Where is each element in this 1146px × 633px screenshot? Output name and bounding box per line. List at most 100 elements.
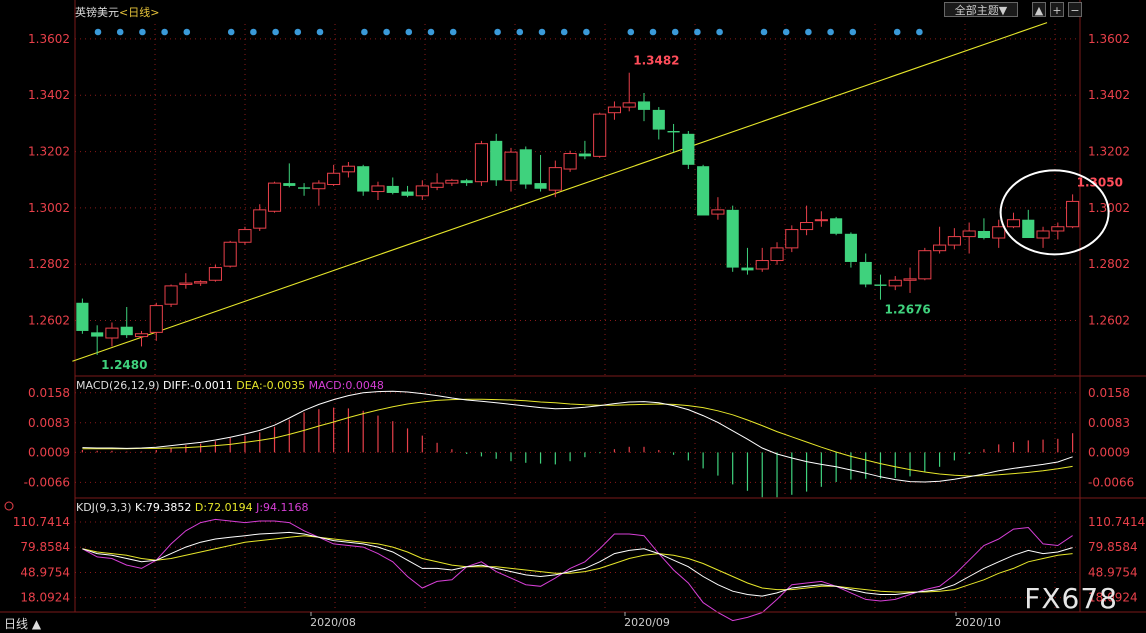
candle-body-up [474,143,488,183]
candle-body-down [874,284,887,286]
price-tick-left: 1.3602 [28,32,70,46]
candle-body-down [120,326,133,336]
event-marker-dot [139,28,146,36]
theme-dropdown[interactable]: 全部主题▼ [944,2,1018,17]
candle-body-up [711,209,725,215]
kdj-tick-left: 18.0924 [20,591,70,605]
price-tick-right: 1.3602 [1088,32,1130,46]
zoom-out-button[interactable]: − [1068,2,1082,17]
kdj-tick-left: 48.9754 [20,565,70,579]
event-marker-dot [516,28,524,36]
event-marker-dot [560,28,568,36]
candle-body-up [312,182,326,190]
candle-body-up [371,185,385,193]
candle-body-up [962,230,976,238]
zoom-in-button[interactable]: + [1050,2,1064,17]
event-marker-dot [405,28,413,36]
candle-body-up [593,113,607,157]
candle-body-up [918,250,932,280]
price-extreme-label: 1.2480 [101,358,147,372]
event-marker-dot [227,28,235,36]
candle-body-up [888,279,902,287]
macd-tick-right: -0.0066 [1088,475,1134,489]
event-marker-dot [538,28,546,36]
event-marker-dot [827,28,834,36]
kdj-tick-right: 79.8584 [1088,540,1138,554]
event-marker-dot [893,28,901,36]
macd-tick-left: 0.0009 [28,445,70,459]
dea-line [82,398,1073,477]
event-marker-dot [161,28,168,36]
candle-body-up [933,244,947,252]
candle-body-up [208,267,222,281]
candle-body-down [682,133,695,165]
price-tick-right: 1.2802 [1088,257,1130,271]
event-marker-dot [250,28,257,36]
candle-body-down [401,191,414,196]
price-extreme-label: 1.3482 [633,54,679,68]
kdj-header: KDJ(9,3,3) K:79.3852 D:72.0194 J:94.1168 [76,501,309,514]
macd-tick-left: -0.0066 [24,475,70,489]
candle-body-down [76,302,89,331]
price-tick-right: 1.3402 [1088,88,1130,102]
candle-body-up [267,182,282,212]
candle-body-up [800,222,814,231]
candle-body-down [578,153,591,157]
candle-body-up [785,229,799,249]
event-marker-dot [649,28,657,36]
kdj-tick-right: 110.7414 [1088,515,1145,529]
candle-body-up [1036,230,1050,239]
macd-tick-left: 0.0158 [28,386,70,400]
candle-body-down [490,140,503,181]
candle-body-up [1051,226,1065,232]
candle-body-up [194,281,208,284]
event-marker-dot [383,28,390,36]
candle-body-down [697,166,710,216]
candle-body-up [607,106,622,114]
event-marker-dot [627,28,635,36]
macd-header: MACD(26,12,9) DIFF:-0.0011 DEA:-0.0035 M… [76,379,384,392]
macd-tick-right: 0.0158 [1088,386,1130,400]
candle-body-down [977,230,990,239]
scroll-up-button[interactable]: ▲ [1032,2,1046,17]
event-marker-dot [494,28,501,36]
price-tick-left: 1.2602 [28,314,70,328]
x-tick-label: 2020/10 [955,616,1001,629]
kdj-tick-right: 48.9754 [1088,565,1138,579]
candle-body-up [253,209,267,229]
candle-body-up [445,179,459,184]
candle-body-down [741,267,754,271]
candle-body-up [238,229,252,243]
candle-body-down [357,166,370,192]
d-line [82,535,1073,593]
event-marker-dot [272,28,279,36]
price-tick-left: 1.3002 [28,201,70,215]
price-tick-left: 1.3402 [28,88,70,102]
period-selector[interactable]: 日线 ▲ [4,615,41,632]
candle-body-down [283,183,296,186]
event-marker-dot [805,28,812,36]
x-tick-label: 2020/08 [310,616,356,629]
candle-body-up [755,260,769,270]
event-marker-dot [671,28,679,36]
candle-body-down [859,261,872,285]
event-marker-dot [694,28,701,36]
candle-body-down [652,109,665,130]
candle-body-up [903,278,917,281]
candle-body-down [534,183,547,189]
candle-body-up [992,226,1006,239]
event-marker-dot [316,28,324,36]
event-marker-dot [583,28,590,36]
candle-body-up [814,219,828,222]
candle-body-up [149,305,163,333]
candle-body-down [1022,219,1035,239]
price-tick-left: 1.2802 [28,257,70,271]
price-tick-right: 1.2602 [1088,314,1130,328]
candle-body-down [91,332,104,337]
macd-tick-right: 0.0009 [1088,445,1130,459]
candle-body-up [622,102,636,108]
event-marker-dot [294,28,302,36]
candle-body-up [134,333,149,338]
event-marker-dot [94,28,102,36]
candle-body-up [770,247,784,262]
